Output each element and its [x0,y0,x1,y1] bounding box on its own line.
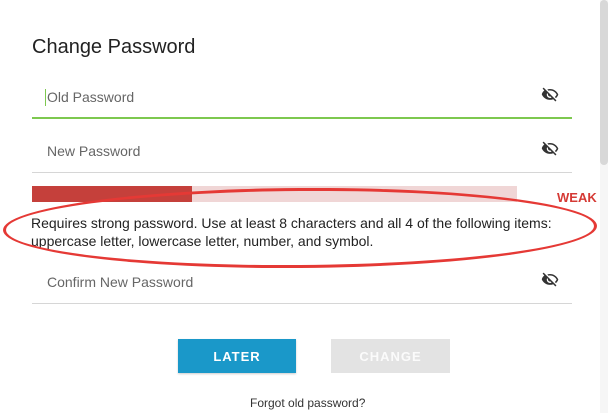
later-button[interactable]: LATER [178,339,296,373]
eye-off-icon[interactable] [538,139,562,159]
eye-off-svg [541,87,559,102]
eye-off-svg [541,272,559,287]
confirm-password-field[interactable]: Confirm New Password [32,264,572,304]
old-password-label: Old Password [47,89,135,105]
password-requirements-text: Requires strong password. Use at least 8… [31,215,552,249]
dialog-title: Change Password [32,36,196,58]
eye-off-icon[interactable] [538,85,562,105]
password-strength-bar [32,186,517,202]
eye-off-svg [541,141,559,156]
text-cursor [45,89,46,106]
confirm-password-label: Confirm New Password [47,274,194,290]
page: Change Password Old Password New Passwor… [0,0,608,413]
change-button[interactable]: CHANGE [331,339,450,373]
new-password-label: New Password [47,143,141,159]
old-password-underline [32,117,572,119]
new-password-field[interactable]: New Password [32,133,572,173]
confirm-password-underline [32,303,572,304]
old-password-field[interactable]: Old Password [32,79,572,119]
change-password-dialog: Change Password Old Password New Passwor… [0,0,608,413]
new-password-underline [32,172,572,173]
eye-off-icon[interactable] [538,270,562,290]
scrollbar-track[interactable] [600,0,608,413]
password-strength-label: WEAK [557,190,597,205]
scrollbar-thumb[interactable] [600,0,608,165]
password-strength-fill [32,186,193,202]
forgot-password-link[interactable]: Forgot old password? [250,396,365,410]
